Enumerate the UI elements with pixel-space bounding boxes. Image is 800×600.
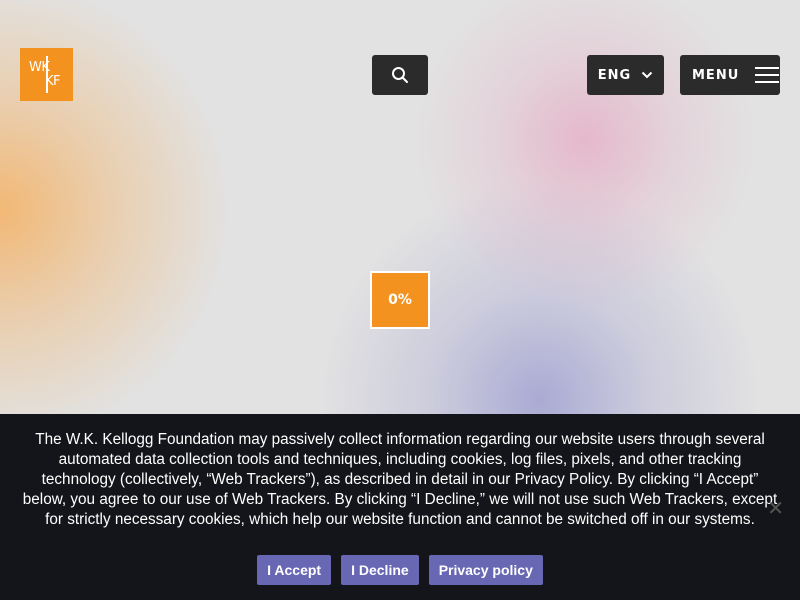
privacy-policy-button[interactable]: Privacy policy [428,555,543,585]
close-icon[interactable]: ✕ [767,498,784,518]
language-selector[interactable]: ENG [587,55,664,95]
menu-label: MENU [692,67,740,83]
wkkf-logo[interactable]: WK KF [20,48,73,101]
loading-indicator: 0% [370,271,430,329]
accept-button[interactable]: I Accept [257,555,332,585]
menu-button[interactable]: MENU [680,55,780,95]
search-button[interactable] [372,55,428,95]
language-label: ENG [597,67,632,83]
cookie-notice-text: The W.K. Kellogg Foundation may passivel… [22,431,778,528]
cookie-button-group: I Accept I Decline Privacy policy [0,555,800,585]
decline-button[interactable]: I Decline [341,555,419,585]
search-icon [392,67,408,83]
loading-percent: 0% [388,292,412,308]
cookie-banner: The W.K. Kellogg Foundation may passivel… [0,414,800,600]
chevron-down-icon [642,71,653,79]
logo-text-kf: KF [45,74,61,89]
hamburger-icon [755,67,780,83]
